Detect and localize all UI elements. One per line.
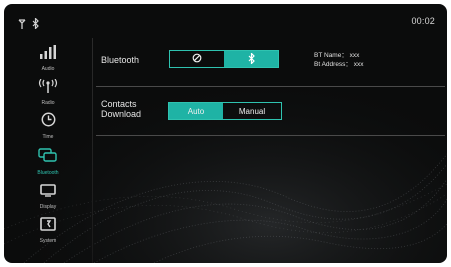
sidebar-item-system[interactable]: System <box>8 214 88 244</box>
off-icon <box>192 53 202 65</box>
clock: 00:02 <box>411 16 435 26</box>
contacts-download-toggle: Auto Manual <box>168 102 282 120</box>
head-unit-screen: 00:02 Audio Radio Time Bluetooth Display… <box>4 4 447 263</box>
sidebar: Audio Radio Time Bluetooth Display Syste… <box>4 38 92 263</box>
equalizer-icon <box>39 45 57 64</box>
system-icon <box>40 217 56 236</box>
sidebar-item-label: Radio <box>41 100 55 106</box>
sidebar-item-audio[interactable]: Audio <box>8 42 88 72</box>
contacts-label-line1: Contacts <box>101 99 137 109</box>
sidebar-item-time[interactable]: Time <box>8 110 88 140</box>
row-divider <box>96 135 445 136</box>
radio-antenna-icon <box>37 78 59 98</box>
bt-address: Bt Address： xxx <box>314 61 364 68</box>
bluetooth-icon <box>32 16 39 34</box>
bluetooth-toggle <box>169 50 279 68</box>
sidebar-item-label: System <box>39 238 57 244</box>
auto-option[interactable]: Auto <box>169 103 223 119</box>
sidebar-item-label: Bluetooth <box>37 170 59 176</box>
sidebar-item-radio[interactable]: Radio <box>8 76 88 106</box>
sidebar-divider <box>92 38 93 263</box>
bluetooth-chat-icon <box>38 148 58 168</box>
sidebar-item-display[interactable]: Display <box>8 180 88 210</box>
sidebar-item-bluetooth[interactable]: Bluetooth <box>8 146 88 176</box>
sidebar-item-label: Display <box>39 204 57 210</box>
bt-info: BT Name： xxx Bt Address： xxx <box>314 51 364 69</box>
clock-icon <box>41 112 56 132</box>
contacts-download-label: Contacts Download <box>101 99 141 119</box>
display-icon <box>40 184 56 202</box>
sidebar-item-label: Audio <box>41 66 55 72</box>
bluetooth-off-option[interactable] <box>170 51 224 67</box>
bluetooth-row-label: Bluetooth <box>101 55 140 65</box>
row-divider <box>96 86 445 87</box>
contacts-label-line2: Download <box>101 109 142 119</box>
sidebar-item-label: Time <box>42 134 54 140</box>
status-icons <box>18 16 39 34</box>
bluetooth-on-option[interactable] <box>224 51 278 67</box>
bt-name: BT Name： xxx <box>314 52 360 59</box>
bluetooth-icon <box>248 51 255 66</box>
manual-option[interactable]: Manual <box>223 103 281 119</box>
signal-icon <box>18 16 26 34</box>
